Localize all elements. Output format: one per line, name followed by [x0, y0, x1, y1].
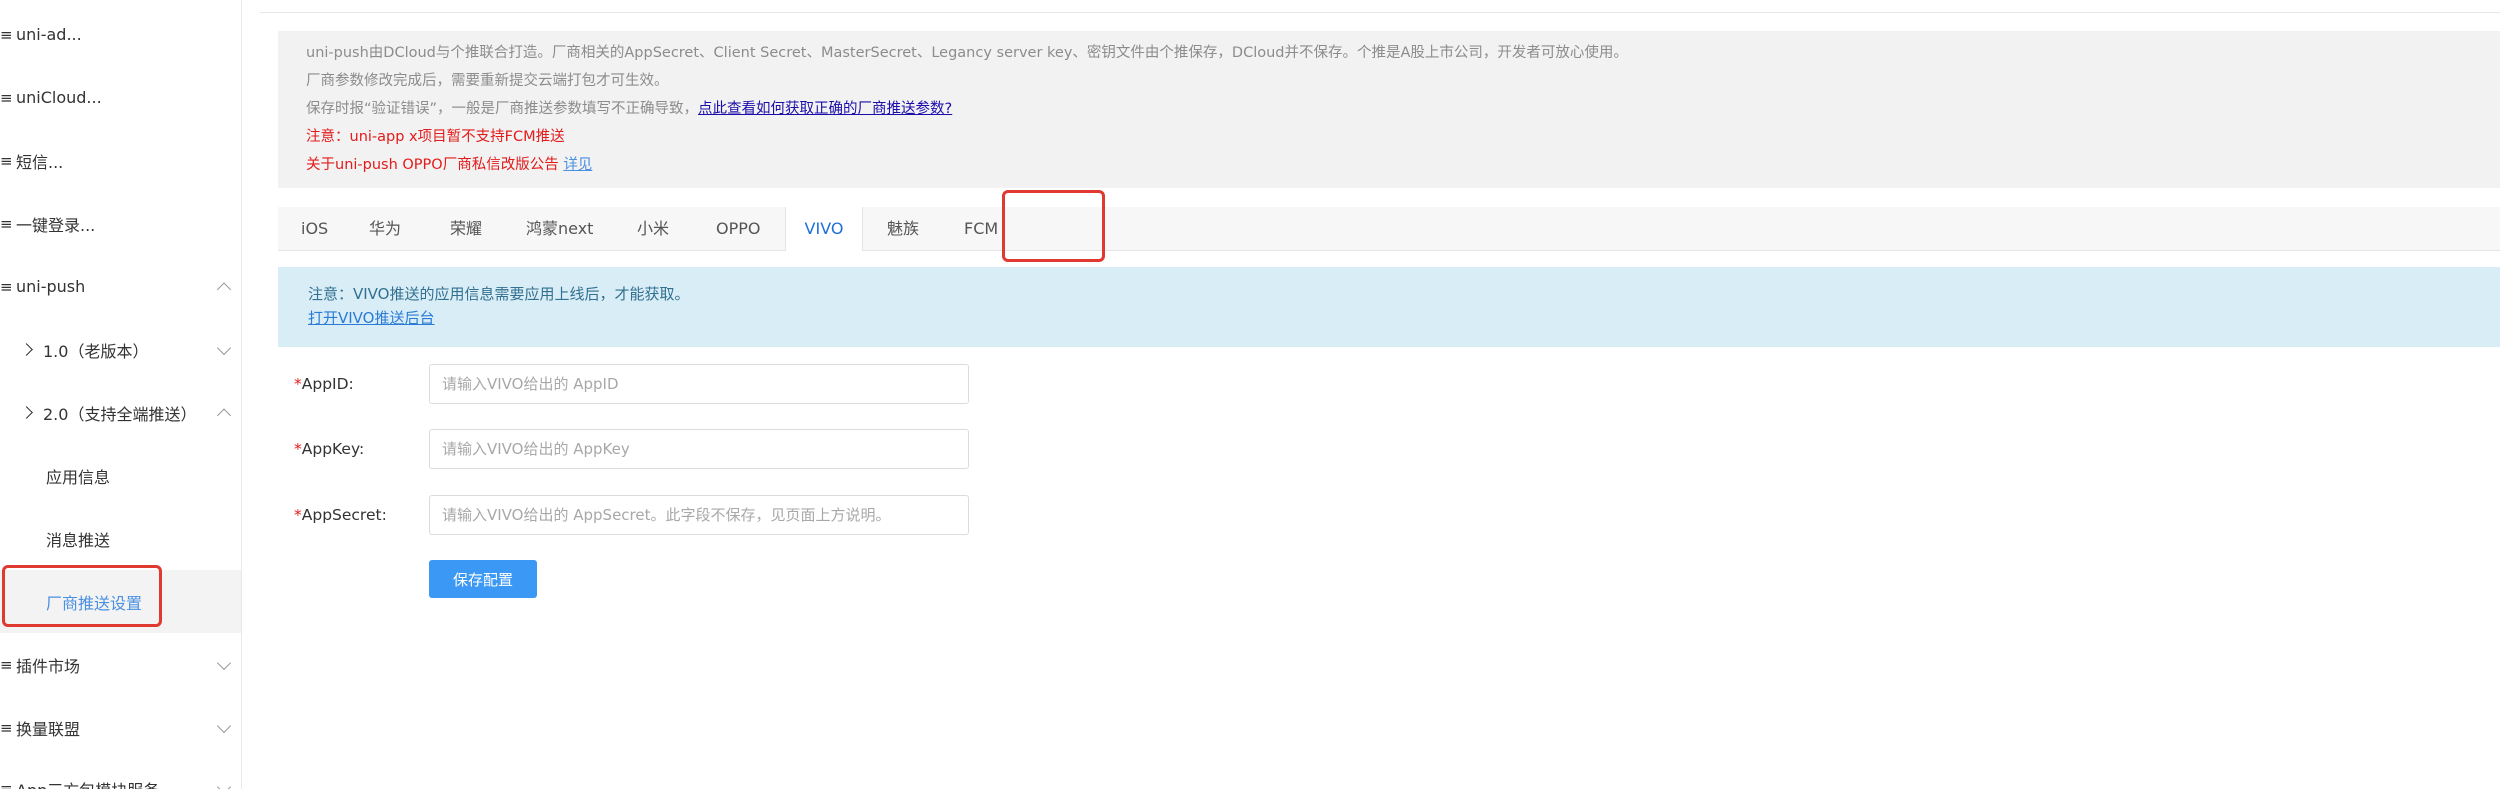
chevron-right-icon — [20, 406, 33, 419]
appkey-input[interactable] — [429, 429, 969, 469]
tab-honor[interactable]: 荣耀 — [450, 207, 482, 250]
sidebar-item-message-push[interactable]: 消息推送 — [0, 507, 241, 570]
sidebar-item-sms[interactable]: ≡ 短信... — [0, 129, 241, 192]
chevron-right-icon — [20, 343, 33, 356]
sidebar-item-app-info[interactable]: 应用信息 — [0, 444, 241, 507]
sidebar-item-label: 短信... — [16, 152, 64, 172]
tab-harmony-next[interactable]: 鸿蒙next — [526, 207, 593, 250]
menu-lines-icon: ≡ — [0, 718, 13, 737]
appid-input[interactable] — [429, 364, 969, 404]
tab-ios[interactable]: iOS — [301, 207, 328, 250]
sidebar-item-label: 2.0（支持全端推送） — [43, 404, 197, 424]
sidebar-item-uni-push[interactable]: ≡ uni-push — [0, 255, 241, 318]
required-mark: * — [294, 506, 302, 524]
notice-line-fcm: 注意：uni-app x项目暂不支持FCM推送 — [306, 129, 565, 145]
sidebar-item-label: 插件市场 — [16, 656, 81, 676]
save-config-button[interactable]: 保存配置 — [429, 560, 537, 598]
notice-panel: uni-push由DCloud与个推联合打造。厂商相关的AppSecret、Cl… — [278, 31, 2500, 188]
tab-huawei[interactable]: 华为 — [369, 207, 401, 250]
label-text: AppKey: — [301, 440, 365, 458]
appsecret-input[interactable] — [429, 495, 969, 535]
chevron-down-icon — [216, 779, 232, 789]
required-mark: * — [294, 440, 302, 458]
sidebar-item-label: App三方包模块服务... — [16, 777, 175, 789]
tab-oppo[interactable]: OPPO — [716, 207, 760, 250]
sidebar-item-unicloud[interactable]: ≡ uniCloud... — [0, 66, 241, 129]
chevron-up-icon — [216, 407, 232, 423]
menu-lines-icon: ≡ — [0, 655, 13, 674]
sidebar-item-traffic-alliance[interactable]: ≡ 换量联盟 — [0, 696, 241, 759]
sidebar: ≡ uni-ad... ≡ uniCloud... ≡ 短信... ≡ 一键登录… — [0, 0, 242, 789]
oppo-details-link[interactable]: 详见 — [563, 157, 592, 173]
label-text: AppID: — [301, 375, 354, 393]
main-content: uni-push由DCloud与个推联合打造。厂商相关的AppSecret、Cl… — [260, 0, 2500, 789]
sidebar-item-uni-ad[interactable]: ≡ uni-ad... — [0, 3, 241, 66]
appid-label: *AppID: — [294, 364, 354, 404]
vendor-tabs: iOS 华为 荣耀 鸿蒙next 小米 OPPO VIVO 魅族 FCM — [278, 207, 2500, 251]
tab-meizu[interactable]: 魅族 — [887, 207, 919, 250]
menu-lines-icon: ≡ — [0, 151, 13, 170]
sidebar-item-label: 1.0（老版本） — [43, 341, 149, 361]
notice-text: 关于uni-push OPPO厂商私信改版公告 — [306, 157, 564, 173]
sidebar-item-label: 应用信息 — [46, 467, 111, 487]
notice-line-oppo: 关于uni-push OPPO厂商私信改版公告 详见 — [306, 151, 2500, 179]
menu-lines-icon: ≡ — [0, 779, 13, 789]
sidebar-item-label: uni-push — [16, 277, 86, 296]
sidebar-item-label: 换量联盟 — [16, 719, 81, 739]
sidebar-item-label: 一键登录... — [16, 215, 96, 235]
appsecret-label: *AppSecret: — [294, 495, 387, 535]
vendor-params-help-link[interactable]: 点此查看如何获取正确的厂商推送参数? — [698, 101, 952, 117]
appkey-label: *AppKey: — [294, 429, 364, 469]
label-text: AppSecret: — [301, 506, 387, 524]
menu-lines-icon: ≡ — [0, 88, 13, 107]
highlight-box-tab — [1002, 190, 1105, 262]
sidebar-item-push-v1[interactable]: 1.0（老版本） — [0, 318, 241, 381]
sidebar-item-push-v2[interactable]: 2.0（支持全端推送） — [0, 381, 241, 444]
sidebar-item-label: uni-ad... — [16, 25, 82, 44]
required-mark: * — [294, 375, 302, 393]
menu-lines-icon: ≡ — [0, 25, 13, 44]
notice-line-rebuild: 厂商参数修改完成后，需要重新提交云端打包才可生效。 — [306, 73, 669, 89]
sidebar-item-label: 消息推送 — [46, 530, 111, 550]
sidebar-item-one-click-login[interactable]: ≡ 一键登录... — [0, 192, 241, 255]
chevron-down-icon — [216, 655, 232, 670]
divider — [260, 12, 2500, 13]
menu-lines-icon: ≡ — [0, 214, 13, 233]
chevron-down-icon — [216, 718, 232, 733]
info-alert: 注意：VIVO推送的应用信息需要应用上线后，才能获取。 打开VIVO推送后台 — [278, 267, 2500, 347]
sidebar-item-third-party-modules[interactable]: ≡ App三方包模块服务... — [0, 757, 241, 789]
notice-line-validation: 保存时报“验证错误”，一般是厂商推送参数填写不正确导致，点此查看如何获取正确的厂… — [306, 95, 2500, 123]
notice-line-storage: uni-push由DCloud与个推联合打造。厂商相关的AppSecret、Cl… — [306, 45, 1628, 61]
tab-xiaomi[interactable]: 小米 — [637, 207, 669, 250]
open-vivo-console-link[interactable]: 打开VIVO推送后台 — [308, 309, 435, 327]
highlight-box-sidebar — [2, 565, 162, 627]
sidebar-item-plugin-market[interactable]: ≡ 插件市场 — [0, 633, 241, 696]
notice-text: 保存时报“验证错误”，一般是厂商推送参数填写不正确导致， — [306, 101, 699, 117]
sidebar-item-label: uniCloud... — [16, 88, 102, 107]
menu-lines-icon: ≡ — [0, 277, 13, 296]
tab-vivo[interactable]: VIVO — [785, 207, 863, 251]
tab-fcm[interactable]: FCM — [964, 207, 998, 250]
chevron-down-icon — [216, 340, 232, 355]
chevron-up-icon — [216, 281, 232, 297]
info-text: 注意：VIVO推送的应用信息需要应用上线后，才能获取。 — [308, 285, 690, 303]
